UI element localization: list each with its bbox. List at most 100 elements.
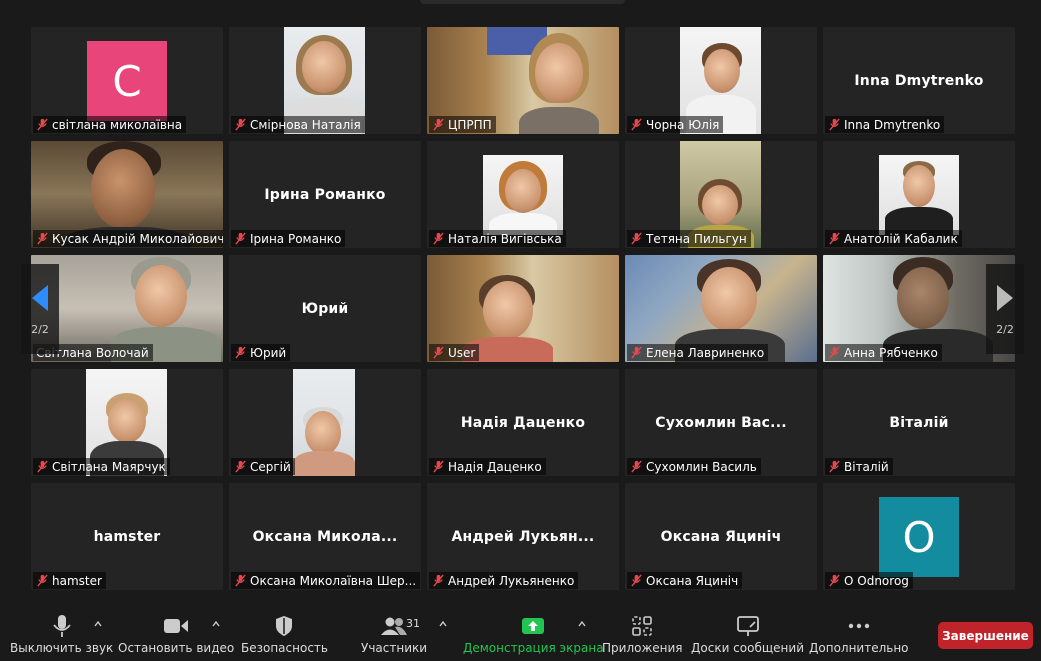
participant-tile[interactable]: Елена Лавриненко — [625, 255, 817, 362]
share-screen-label: Демонстрация экрана — [463, 641, 604, 655]
video-camera-icon — [164, 619, 189, 633]
participant-tile[interactable]: Оксана Яциніч Оксана Яциніч — [625, 483, 817, 590]
chevron-up-icon[interactable] — [211, 619, 221, 629]
profile-photo — [483, 155, 563, 235]
muted-mic-icon — [631, 346, 642, 359]
muted-mic-icon — [631, 232, 642, 245]
participant-name: Андрей Лукьяненко — [448, 573, 575, 588]
participant-tile[interactable]: Віталій Віталій — [823, 369, 1015, 476]
participant-tile[interactable]: Ірина Романко Ірина Романко — [229, 141, 421, 248]
participant-name: Сергій — [250, 459, 291, 474]
participant-label: Тетяна Пильгун — [627, 230, 751, 247]
muted-mic-icon — [235, 574, 246, 587]
participant-tile[interactable]: Inna Dmytrenko Inna Dmytrenko — [823, 27, 1015, 134]
participant-label: Андрей Лукьяненко — [429, 572, 579, 589]
whiteboard-icon — [736, 616, 759, 636]
top-handle — [420, 0, 625, 4]
participant-name: Inna Dmytrenko — [844, 117, 941, 132]
participant-tile[interactable]: Юрий Юрий — [229, 255, 421, 362]
participant-tile[interactable]: O O Odnorog — [823, 483, 1015, 590]
participant-label: Ірина Романко — [231, 230, 346, 247]
chevron-up-icon[interactable] — [438, 619, 448, 629]
participant-tile[interactable]: ЦПРПП — [427, 27, 619, 134]
share-screen-icon — [522, 618, 545, 634]
participant-label: Юрий — [231, 344, 291, 361]
participant-label: ЦПРПП — [429, 116, 496, 133]
participant-name: O Odnorog — [844, 573, 909, 588]
participant-tile[interactable]: Тетяна Пильгун — [625, 141, 817, 248]
security-label: Безопасность — [241, 641, 328, 655]
muted-mic-icon — [37, 118, 48, 131]
apps-button[interactable]: Приложения — [602, 613, 683, 655]
participant-name: Смірнова Наталія — [250, 117, 361, 132]
shield-icon — [276, 616, 293, 636]
participant-name: Наталія Вигівська — [448, 231, 562, 246]
participant-name: Анатолій Кабалик — [844, 231, 958, 246]
security-button[interactable]: Безопасность — [241, 613, 328, 655]
more-dots-icon — [848, 623, 869, 629]
participant-name: Віталій — [844, 459, 889, 474]
participant-tile[interactable]: Кусак Андрій Миколайович — [31, 141, 223, 248]
participant-tile[interactable]: Світлана Волочай — [31, 255, 223, 362]
participant-name: Світлана Маярчук — [52, 459, 166, 474]
video-feed — [293, 369, 355, 476]
participant-label: Смірнова Наталія — [231, 116, 365, 133]
participant-tile[interactable]: Світлана Маярчук — [31, 369, 223, 476]
participant-name: Оксана Миколаївна Шер... — [250, 573, 417, 588]
apps-label: Приложения — [602, 641, 683, 655]
whiteboards-button[interactable]: Доски сообщений — [691, 613, 804, 655]
participant-label: O Odnorog — [825, 572, 913, 589]
muted-mic-icon — [433, 574, 444, 587]
participant-tile[interactable]: С світлана миколаївна — [31, 27, 223, 134]
participant-tile[interactable]: Надія Даценко Надія Даценко — [427, 369, 619, 476]
muted-mic-icon — [829, 232, 840, 245]
participant-tile[interactable]: Наталія Вигівська — [427, 141, 619, 248]
more-button[interactable]: Дополнительно — [809, 613, 909, 655]
participant-tile[interactable]: Чорна Юлія — [625, 27, 817, 134]
participant-name: Ірина Романко — [250, 231, 342, 246]
participant-name: світлана миколаївна — [52, 117, 183, 132]
previous-page-button[interactable]: 2/2 — [21, 264, 59, 354]
participant-label: Сергій — [231, 458, 295, 475]
page-indicator: 2/2 — [31, 322, 49, 336]
muted-mic-icon — [433, 460, 444, 473]
muted-mic-icon — [433, 118, 444, 131]
participant-tile[interactable]: Сухомлин Вас... Сухомлин Василь — [625, 369, 817, 476]
muted-mic-icon — [235, 346, 246, 359]
participant-name: hamster — [52, 573, 102, 588]
participant-tile[interactable]: Сергій — [229, 369, 421, 476]
apps-icon — [632, 616, 653, 636]
muted-mic-icon — [829, 460, 840, 473]
participant-label: Сухомлин Василь — [627, 458, 761, 475]
participant-tile[interactable]: Анатолій Кабалик — [823, 141, 1015, 248]
participant-tile[interactable]: Андрей Лукьян... Андрей Лукьяненко — [427, 483, 619, 590]
participant-label: User — [429, 344, 480, 361]
participant-tile[interactable]: Смірнова Наталія — [229, 27, 421, 134]
participant-tile[interactable]: Оксана Микола... Оксана Миколаївна Шер..… — [229, 483, 421, 590]
participant-label: Чорна Юлія — [627, 116, 724, 133]
muted-mic-icon — [631, 574, 642, 587]
muted-mic-icon — [235, 460, 246, 473]
next-page-button[interactable]: 2/2 — [986, 264, 1024, 354]
participant-label: Надія Даценко — [429, 458, 546, 475]
meeting-toolbar: Выключить звук Остановить видео Безопасн… — [0, 603, 1041, 661]
participant-label: hamster — [33, 572, 106, 589]
muted-mic-icon — [631, 118, 642, 131]
participants-count: 31 — [406, 617, 420, 630]
participant-label: Оксана Миколаївна Шер... — [231, 572, 421, 589]
muted-mic-icon — [37, 574, 48, 587]
chevron-up-icon[interactable] — [577, 619, 587, 629]
participant-name: ЦПРПП — [448, 117, 492, 132]
participant-name: Юрий — [250, 345, 287, 360]
participant-tile[interactable]: User — [427, 255, 619, 362]
chevron-up-icon[interactable] — [93, 619, 103, 629]
whiteboards-label: Доски сообщений — [691, 641, 804, 655]
muted-mic-icon — [235, 118, 246, 131]
end-meeting-button[interactable]: Завершение — [938, 622, 1033, 649]
participant-tile[interactable]: hamster hamster — [31, 483, 223, 590]
participants-label: Участники — [361, 641, 428, 655]
profile-photo — [879, 155, 959, 235]
muted-mic-icon — [37, 232, 48, 245]
participant-label: Inna Dmytrenko — [825, 116, 945, 133]
stop-video-label: Остановить видео — [118, 641, 235, 655]
